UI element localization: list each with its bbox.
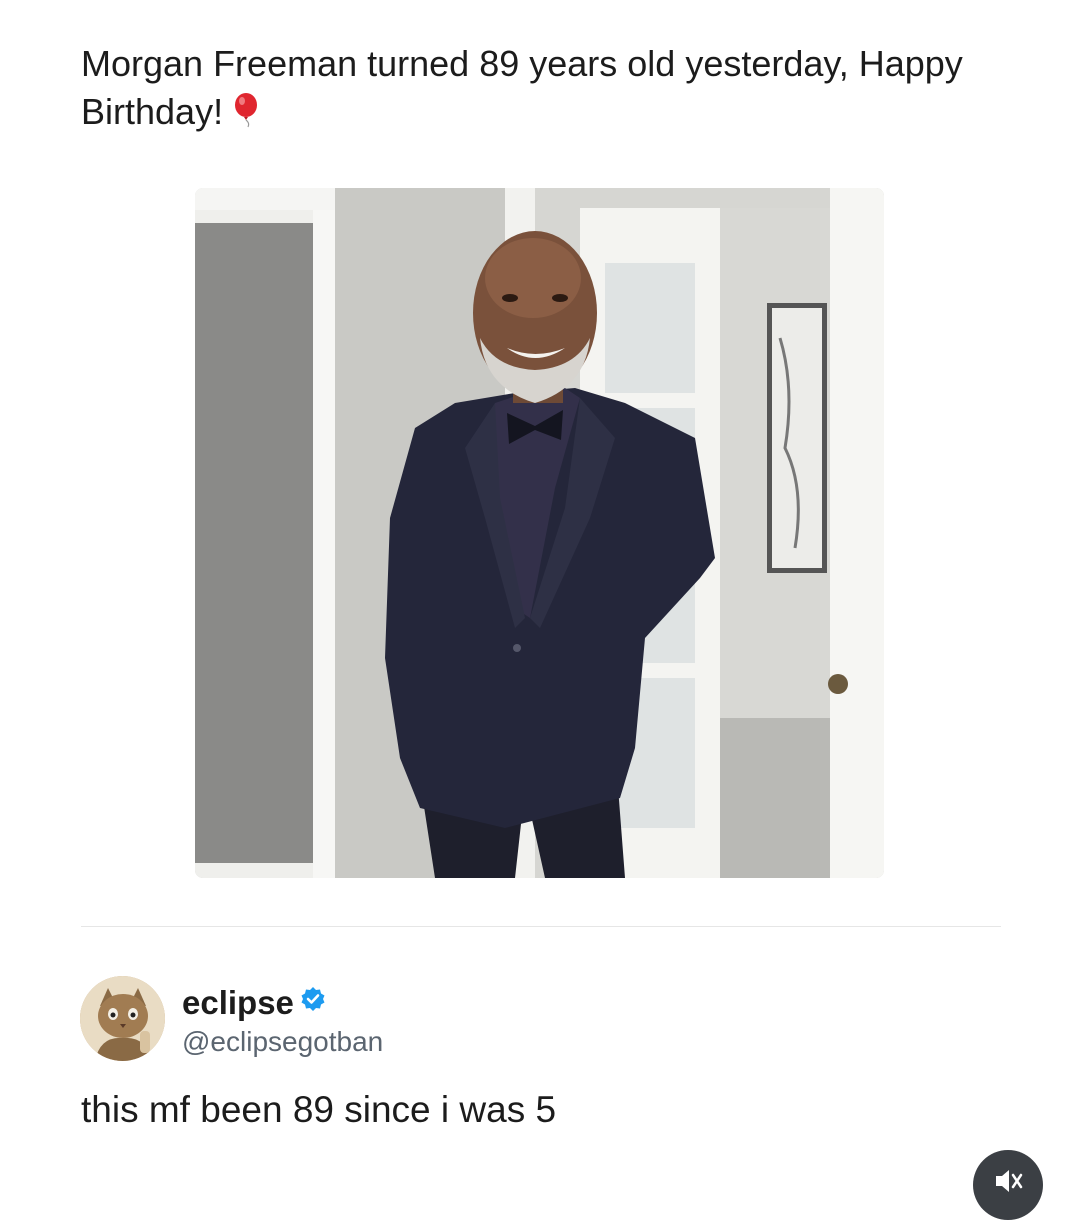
tweet-text: this mf been 89 since i was 5 xyxy=(81,1089,557,1130)
speaker-muted-icon xyxy=(996,1170,1023,1192)
photo-illustration xyxy=(195,188,884,878)
verified-badge-icon xyxy=(300,981,326,1021)
divider xyxy=(81,926,1001,927)
author-name[interactable]: eclipse xyxy=(182,984,294,1021)
avatar[interactable] xyxy=(80,976,165,1061)
post-caption-text: Morgan Freeman turned 89 years old yeste… xyxy=(81,43,963,132)
red-balloon-icon xyxy=(231,92,261,140)
author-handle[interactable]: @eclipsegotban xyxy=(182,1024,383,1060)
cat-avatar-icon xyxy=(80,976,165,1061)
mute-button[interactable] xyxy=(973,1150,1043,1220)
post-caption: Morgan Freeman turned 89 years old yeste… xyxy=(81,40,1001,140)
post-photo[interactable] xyxy=(195,188,884,878)
author-name-row[interactable]: eclipse xyxy=(182,981,326,1023)
